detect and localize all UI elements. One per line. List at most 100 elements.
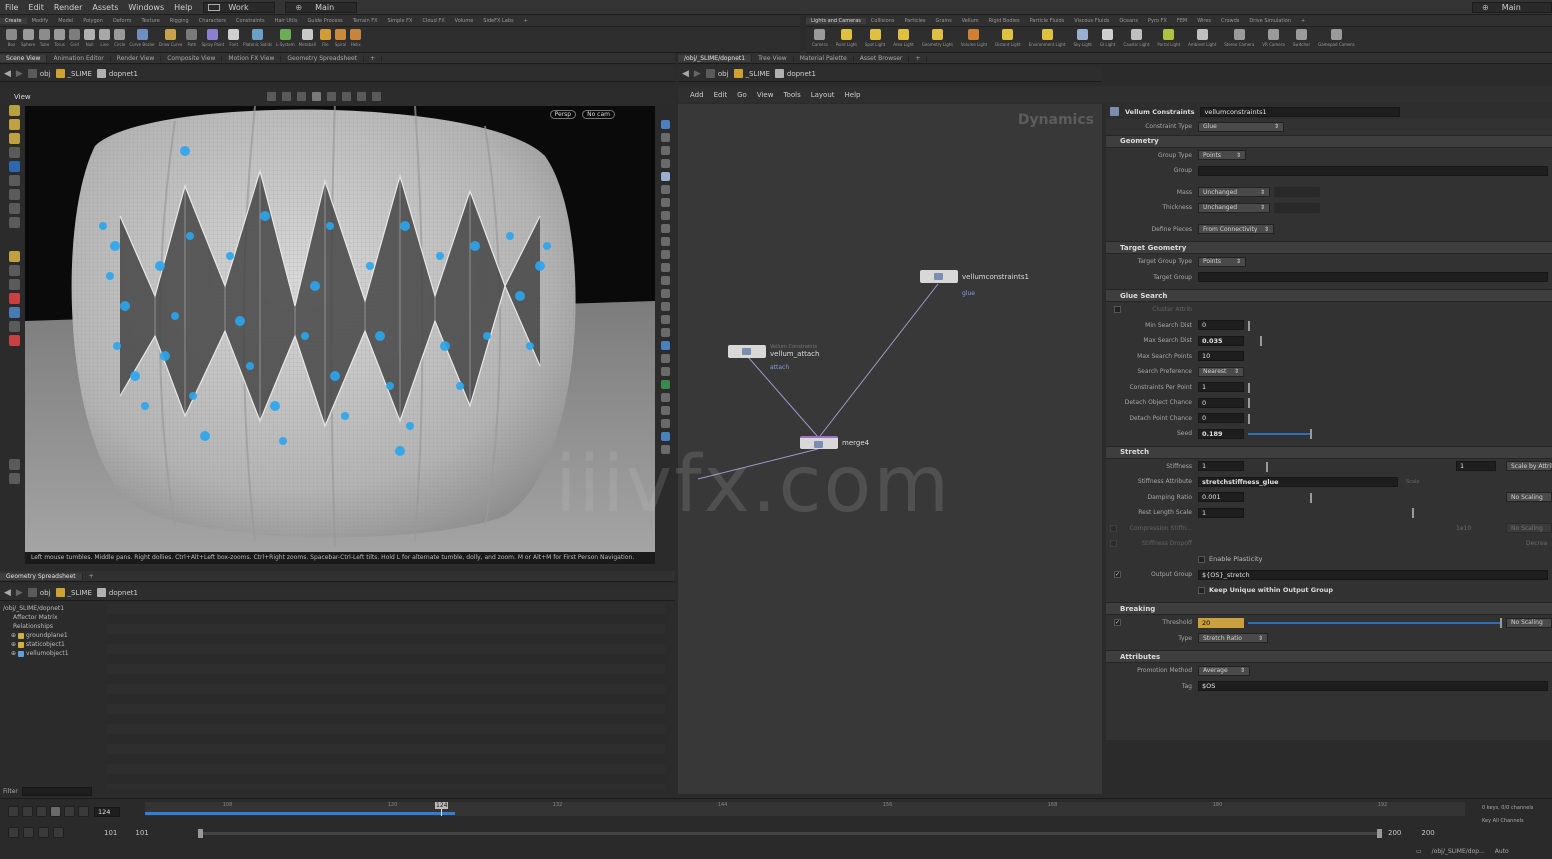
breaking-checkbox[interactable]: ✓: [1114, 619, 1121, 627]
menu-assets[interactable]: Assets: [87, 3, 123, 12]
key-all-button[interactable]: Key All Channels: [1482, 818, 1533, 824]
pause-icon[interactable]: [50, 806, 61, 817]
shelf-tab-constraints[interactable]: Constraints: [231, 18, 270, 24]
damping-scale-menu[interactable]: No Scaling: [1506, 492, 1552, 503]
network-menu-tools[interactable]: Tools: [783, 91, 800, 99]
tool-box[interactable]: Box: [6, 27, 17, 47]
tab-obj-slime-dopnet1[interactable]: /obj/_SLIME/dopnet1: [678, 54, 753, 62]
output-group-checkbox[interactable]: ✓: [1114, 571, 1121, 579]
shelf-tab-fem[interactable]: FEM: [1172, 18, 1192, 24]
target-group-type-menu[interactable]: Points ⇕: [1198, 256, 1246, 267]
tool-file[interactable]: File: [319, 27, 331, 47]
brush-icon[interactable]: [660, 263, 670, 272]
search-pref-menu[interactable]: Nearest ⇕: [1198, 366, 1244, 377]
magnet-icon[interactable]: [8, 293, 20, 304]
constraints-per-point-slider[interactable]: [1248, 382, 1250, 393]
stiff-dropoff-checkbox[interactable]: [1110, 540, 1117, 548]
view-menu[interactable]: View: [14, 93, 31, 101]
filter-input[interactable]: [21, 787, 92, 796]
face-icon[interactable]: [660, 328, 670, 337]
constraints-per-point-field[interactable]: 1: [1198, 382, 1244, 393]
back-arrow-icon[interactable]: ◀: [682, 69, 689, 79]
expand-icon[interactable]: ⊕: [11, 649, 16, 658]
ortho-icon[interactable]: [660, 237, 670, 246]
rest-length-slider[interactable]: [1412, 508, 1414, 518]
pose-icon[interactable]: [8, 217, 20, 228]
start-frame-2[interactable]: 101: [135, 829, 148, 837]
shelf-tab-terrain-fx[interactable]: Terrain FX: [348, 18, 383, 24]
node-name-field[interactable]: vellumconstraints1: [1200, 106, 1401, 117]
compression-checkbox[interactable]: [1110, 524, 1117, 532]
shelf-tab-create[interactable]: Create: [0, 17, 27, 24]
seed-slider[interactable]: [1310, 429, 1312, 439]
network-menu-add[interactable]: Add: [690, 91, 704, 99]
promotion-menu[interactable]: Average ⇕: [1198, 665, 1250, 676]
range-icon[interactable]: [53, 827, 64, 838]
shelf-tab-cloud-fx[interactable]: Cloud FX: [417, 18, 449, 24]
tool-circle[interactable]: Circle: [114, 27, 125, 47]
expand-icon[interactable]: ⊕: [11, 631, 16, 640]
path-segment-dopnet[interactable]: dopnet1: [96, 588, 138, 597]
path-segment-obj[interactable]: obj: [705, 69, 729, 78]
tool-vr-camera[interactable]: VR Camera: [1262, 27, 1285, 47]
menu-windows[interactable]: Windows: [123, 3, 169, 12]
menu-help[interactable]: Help: [169, 3, 197, 12]
auto-update-menu[interactable]: Auto: [1495, 848, 1509, 855]
main-dropdown[interactable]: ⊕ Main: [285, 1, 358, 13]
forward-arrow-icon[interactable]: ▶: [16, 588, 23, 598]
network-menu-edit[interactable]: Edit: [714, 91, 728, 99]
tool-metaball[interactable]: Metaball: [299, 27, 316, 47]
jump-start-icon[interactable]: [8, 806, 19, 817]
shelf-tab-oceans[interactable]: Oceans: [1114, 18, 1143, 24]
path-segment-obj[interactable]: obj: [27, 69, 51, 78]
tool-distant-light[interactable]: Distant Light: [995, 27, 1021, 47]
network-menu-help[interactable]: Help: [845, 91, 861, 99]
tool-camera[interactable]: Camera: [812, 27, 828, 47]
view-icon[interactable]: [8, 133, 20, 144]
persp-menu[interactable]: Persp: [549, 110, 577, 119]
damping-slider[interactable]: [1310, 492, 1312, 503]
tool-volume-light[interactable]: Volume Light: [961, 27, 987, 47]
screen-icon[interactable]: [660, 419, 670, 428]
shelf-tab-particle-fluids[interactable]: Particle Fluids: [1025, 18, 1070, 24]
threshold-slider[interactable]: [1500, 618, 1502, 628]
bulb-icon[interactable]: [660, 198, 670, 207]
end-frame[interactable]: 200: [1388, 829, 1401, 837]
tab-scene-view[interactable]: Scene View: [0, 54, 48, 62]
vertex-icon[interactable]: [660, 302, 670, 311]
light-icon[interactable]: [660, 185, 670, 194]
shelf-tab-rigid-bodies[interactable]: Rigid Bodies: [984, 18, 1025, 24]
detach-point-slider[interactable]: [1248, 413, 1250, 424]
grid-icon[interactable]: [371, 92, 381, 101]
constraint-type-menu[interactable]: Glue ⇕: [1198, 121, 1284, 132]
ghost-icon[interactable]: [660, 159, 670, 168]
pen-icon[interactable]: [660, 276, 670, 285]
tool-gi-light[interactable]: GI Light: [1100, 27, 1115, 47]
path-segment-slime[interactable]: _SLIME: [55, 588, 92, 597]
tool-draw-curve[interactable]: Draw Curve: [159, 27, 182, 47]
break-type-menu[interactable]: Stretch Ratio ⇕: [1198, 633, 1268, 644]
tool-switcher[interactable]: Switcher: [1293, 27, 1310, 47]
handle-icon[interactable]: [8, 105, 20, 116]
audio-icon[interactable]: [38, 827, 49, 838]
range-start-handle[interactable]: [198, 829, 203, 838]
current-frame-field[interactable]: 124: [94, 806, 120, 817]
max-search-dist-slider[interactable]: [1260, 336, 1262, 346]
tool-line[interactable]: Line: [99, 27, 111, 47]
add-tab-icon[interactable]: +: [909, 54, 928, 62]
tool-sky-light[interactable]: Sky Light: [1074, 27, 1092, 47]
loop-icon[interactable]: [23, 827, 34, 838]
network-menu-go[interactable]: Go: [737, 91, 747, 99]
max-search-dist-field[interactable]: 0.035: [1198, 335, 1244, 346]
zoom-icon[interactable]: [8, 279, 20, 290]
tool-stereo-camera[interactable]: Stereo Camera: [1224, 27, 1254, 47]
shelf-tab-crowds[interactable]: Crowds: [1216, 18, 1244, 24]
shelf-tab-grains[interactable]: Grains: [931, 18, 957, 24]
back-arrow-icon[interactable]: ◀: [4, 588, 11, 598]
menu-edit[interactable]: Edit: [23, 3, 49, 12]
tab-tree-view[interactable]: Tree View: [752, 54, 794, 62]
shelf-tab-texture[interactable]: Texture: [136, 18, 164, 24]
forward-arrow-icon[interactable]: ▶: [694, 69, 701, 79]
group-field[interactable]: [1198, 165, 1548, 176]
shelf-tab-polygon[interactable]: Polygon: [78, 18, 108, 24]
